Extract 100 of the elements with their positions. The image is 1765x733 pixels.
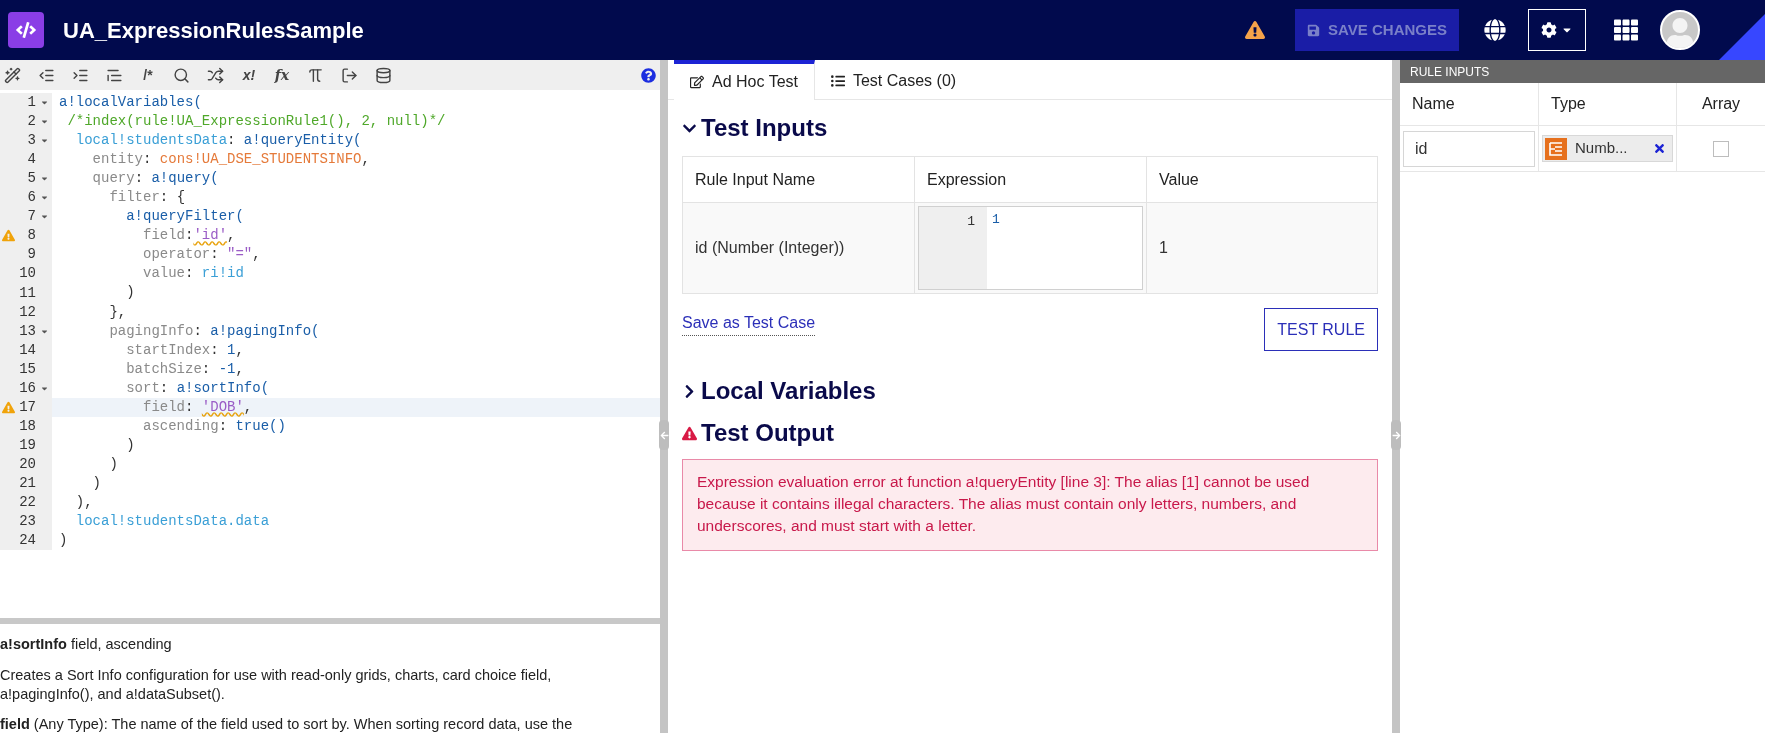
- line-number: 11: [19, 283, 36, 303]
- table-cell: 1: [1146, 203, 1377, 293]
- test-rule-button[interactable]: TEST RULE: [1264, 308, 1378, 351]
- edit-icon: [690, 75, 704, 89]
- code-line: filter: {: [108, 188, 187, 208]
- collapse-left-handle[interactable]: [659, 420, 669, 450]
- code-line: ): [58, 531, 69, 551]
- expression-editor[interactable]: 1 1: [918, 206, 1143, 290]
- globe-search-icon[interactable]: [1484, 19, 1506, 41]
- fold-caret-icon[interactable]: [40, 98, 49, 107]
- code-line: a!queryFilter(: [125, 207, 245, 227]
- code-line: batchSize: -1,: [125, 359, 245, 379]
- code-line: pagingInfo: a!pagingInfo(: [108, 321, 321, 341]
- line-number: 17: [19, 397, 36, 417]
- data-type-icon: [1545, 137, 1567, 160]
- remove-icon[interactable]: [1653, 142, 1666, 155]
- line-number: 20: [19, 454, 36, 474]
- panel-header: RULE INPUTS: [1400, 60, 1765, 83]
- function-description: Creates a Sort Info configuration for use with read-only grids, charts, card choice field, a!pagingInfo(), and a!dataSubset().: [0, 665, 553, 704]
- function-button[interactable]: fx: [270, 63, 294, 87]
- line-number: 2: [27, 112, 36, 132]
- line-number: 4: [27, 150, 36, 170]
- apps-grid-icon[interactable]: [1614, 18, 1638, 42]
- app-title: UA_ExpressionRulesSample: [63, 16, 364, 45]
- line-number: 8: [27, 226, 36, 246]
- collapse-right-handle[interactable]: [1391, 420, 1401, 450]
- code-line: ascending: true(): [142, 416, 287, 436]
- error-button[interactable]: x!: [237, 63, 261, 87]
- arrow-left-icon: [659, 430, 669, 440]
- avatar[interactable]: [1660, 10, 1700, 50]
- save-test-case-link[interactable]: Save as Test Case: [682, 311, 816, 336]
- line-number: 18: [19, 416, 36, 436]
- line-number: 7: [27, 207, 36, 227]
- comment-button[interactable]: /*: [136, 63, 160, 87]
- expression-text: 1: [991, 211, 1000, 229]
- tab[interactable]: Ad Hoc Test: [674, 60, 815, 100]
- function-signature: a!sortInfo field, ascending: [0, 635, 173, 654]
- code-line: ): [125, 435, 136, 455]
- column-header: Value: [1146, 157, 1377, 202]
- pi-icon: [307, 66, 324, 84]
- section-header[interactable]: Test Inputs: [682, 110, 1378, 146]
- type-label: Numb...: [1575, 138, 1629, 159]
- line-number: 6: [27, 188, 36, 208]
- line-number: 13: [19, 321, 36, 341]
- tab[interactable]: Test Cases (0): [814, 59, 973, 99]
- save-icon: [1307, 23, 1321, 37]
- exit-icon: [341, 66, 358, 84]
- settings-menu-button[interactable]: [1528, 9, 1586, 51]
- line-number: 12: [19, 302, 36, 322]
- line-number: 24: [19, 531, 36, 551]
- parameter-description: field (Any Type): The name of the field used to sort by. When sorting record data, use the: [0, 714, 574, 733]
- line-number: 16: [19, 378, 36, 398]
- line-number: 15: [19, 359, 36, 379]
- line-number: 10: [19, 264, 36, 284]
- line-number: 5: [27, 169, 36, 189]
- code-line: value: ri!id: [142, 264, 245, 284]
- line-number: 22: [19, 493, 36, 512]
- code-line: a!localVariables(: [58, 93, 203, 112]
- line-number: 14: [19, 340, 36, 360]
- line-number: 19: [19, 435, 36, 455]
- database-icon: [375, 66, 392, 84]
- name-field[interactable]: id: [1403, 130, 1535, 167]
- code-line: /*index(rule!UA_ExpressionRule1(), 2, null)*/: [66, 112, 447, 132]
- type-selector[interactable]: Numb...: [1542, 135, 1673, 162]
- code-line: query: a!query(: [91, 169, 220, 189]
- error-message: Expression evaluation error at function a!queryEntity [line 3]: The alias [1] cannot be used because it contains illegal characters. The alias must contain only letters, numbers, and underscores, and must start with a letter.: [682, 459, 1378, 551]
- settings-icon: [1541, 22, 1557, 38]
- code-line: field:'id',: [142, 226, 237, 246]
- section-title: Test Output: [701, 418, 834, 448]
- arrow-right-icon: [1391, 430, 1401, 440]
- line-number: 21: [19, 473, 36, 493]
- code-line: entity: cons!UA_DSE_STUDENTSINFO,: [91, 150, 371, 170]
- table-cell-text: id (Number (Integer)): [694, 238, 846, 258]
- search-icon: [173, 66, 190, 84]
- help-icon[interactable]: [641, 67, 656, 83]
- column-header: Rule Input Name: [694, 169, 817, 190]
- code-line: local!studentsData.data: [74, 512, 271, 532]
- code-line: startIndex: 1,: [125, 340, 245, 360]
- line-number: 9: [27, 245, 36, 265]
- column-header: Name: [1411, 94, 1456, 114]
- corner-triangle: [1719, 14, 1765, 60]
- app-logo-icon: [8, 12, 44, 48]
- code-line: ),: [74, 493, 94, 512]
- shuffle-icon: [207, 66, 224, 84]
- line-number: 23: [19, 512, 36, 532]
- array-checkbox[interactable]: [1713, 140, 1729, 157]
- line-number: 1: [919, 207, 987, 289]
- code-line: ): [108, 454, 119, 474]
- section-header[interactable]: Local Variables: [682, 373, 1378, 409]
- column-header: Type: [1538, 83, 1676, 125]
- warning-icon[interactable]: [1245, 20, 1266, 40]
- save-changes-button: SAVE CHANGES: [1295, 9, 1459, 51]
- wand-icon: [4, 66, 21, 84]
- code-line: },: [108, 302, 128, 322]
- column-header: Expression: [914, 157, 1146, 202]
- list-icon: [830, 74, 845, 88]
- code-line: ): [125, 283, 136, 303]
- code-line: sort: a!sortInfo(: [125, 378, 271, 398]
- code-line: ): [91, 473, 102, 493]
- line-number: 1: [27, 93, 36, 113]
